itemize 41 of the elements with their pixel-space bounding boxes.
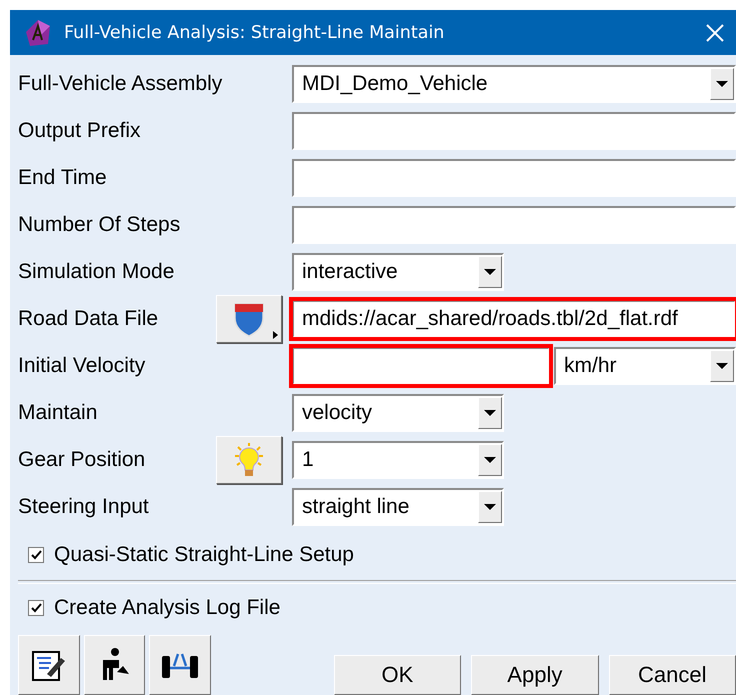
toolbar-button[interactable] — [149, 635, 212, 695]
dropdown-arrow-icon — [715, 80, 729, 88]
text-field[interactable] — [292, 206, 736, 244]
field-label: Simulation Mode — [18, 260, 176, 284]
dropdown[interactable]: interactive — [292, 252, 504, 290]
field-label: Steering Input — [18, 494, 150, 518]
checkbox[interactable] — [28, 600, 44, 616]
checkbox-option[interactable]: Quasi-Static Straight-Line Setup — [28, 542, 354, 567]
field-label: Output Prefix — [18, 118, 142, 142]
close-icon — [705, 22, 725, 42]
field-label: End Time — [18, 166, 108, 190]
dialog-button[interactable]: OK — [334, 655, 462, 695]
field-label: Initial Velocity — [18, 354, 146, 378]
dropdown-arrow-icon — [483, 268, 497, 276]
field-label: Maintain — [18, 400, 98, 424]
toolbar-button[interactable] — [84, 635, 146, 695]
dropdown-arrow-icon — [483, 502, 497, 510]
field-label: Road Data File — [18, 307, 160, 331]
dropdown-arrow-icon — [483, 408, 497, 416]
dropdown[interactable]: 1 — [292, 441, 504, 479]
dropdown[interactable]: MDI_Demo_Vehicle — [292, 64, 736, 102]
window-title: Full-Vehicle Analysis: Straight-Line Maintain — [64, 22, 446, 42]
field-label: Number Of Steps — [18, 212, 182, 236]
toolbar-button[interactable] — [18, 635, 80, 695]
menu-arrow-icon — [273, 331, 278, 339]
dropdown[interactable]: velocity — [292, 394, 504, 432]
field-label: Gear Position — [18, 448, 146, 472]
dialog-button[interactable]: Apply — [471, 655, 599, 695]
dropdown[interactable]: straight line — [292, 488, 504, 526]
checkbox[interactable] — [28, 546, 44, 563]
text-field[interactable]: mdids://acar_shared/roads.tbl/2d_flat.rdf — [292, 300, 736, 338]
dropdown-arrow-icon — [483, 456, 497, 464]
text-field[interactable] — [292, 158, 736, 196]
unit-dropdown[interactable]: km/hr — [554, 346, 736, 384]
dropdown-arrow-icon — [715, 362, 729, 370]
text-field[interactable] — [292, 112, 736, 150]
dialog-button[interactable]: Cancel — [608, 655, 736, 695]
road-sign-button[interactable] — [216, 295, 282, 343]
checkbox-option[interactable]: Create Analysis Log File — [28, 596, 280, 620]
bulb-button[interactable] — [216, 436, 282, 484]
app-logo-icon — [24, 18, 52, 48]
